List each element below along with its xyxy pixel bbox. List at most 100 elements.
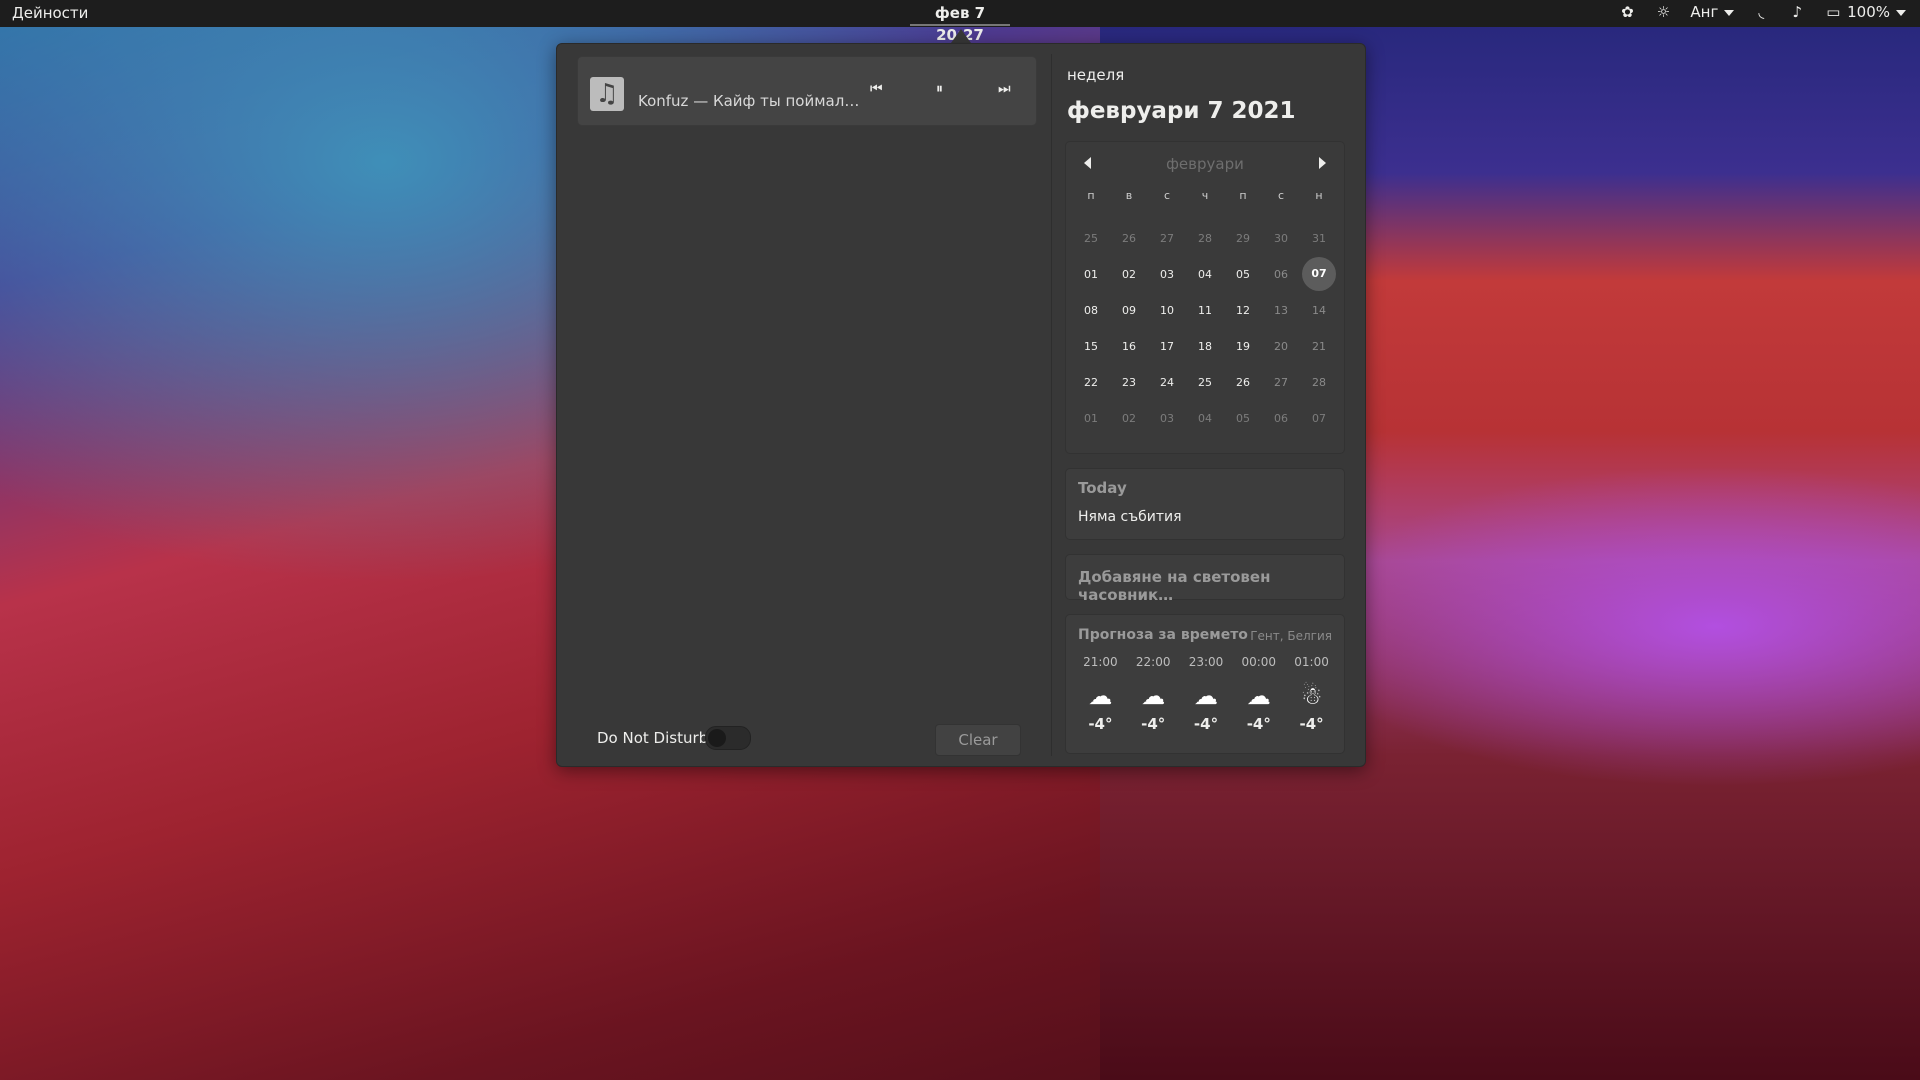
calendar-day[interactable]: 16 — [1110, 340, 1148, 353]
weather-section[interactable]: Прогноза за времето Гент, Белгия 21:00 ☁ -… — [1065, 614, 1345, 754]
clock-button[interactable]: фев 7 20:27 — [910, 2, 1010, 44]
calendar-day[interactable]: 02 — [1110, 412, 1148, 425]
calendar-day[interactable]: 05 — [1224, 268, 1262, 281]
events-section[interactable]: Today Няма събития — [1065, 468, 1345, 540]
current-date[interactable]: февруари 7 2021 — [1067, 98, 1296, 124]
snow-cloud-icon: ☃ — [1300, 682, 1323, 710]
accessibility-icon[interactable]: ✿ — [1618, 3, 1636, 21]
calendar-day-number: 25 — [1198, 375, 1212, 389]
calendar-day[interactable]: 24 — [1148, 376, 1186, 389]
calendar-day[interactable]: 09 — [1110, 304, 1148, 317]
calendar-day[interactable]: 30 — [1262, 232, 1300, 245]
system-tray[interactable]: ✿ ☼ Анг ◟ ♪ ▭ 100% — [1618, 3, 1906, 21]
calendar-day-today[interactable]: 07 — [1300, 257, 1338, 291]
media-player-card[interactable]: ♫ Konfuz — Кайф ты поймал… ⏮ ⏸ ⏭ — [577, 56, 1037, 126]
calendar-day[interactable]: 29 — [1224, 232, 1262, 245]
calendar-grid: п в с ч п с н 25 26 27 28 29 30 31 01 02 03 04 05 06 07 08 09 1… — [1072, 178, 1338, 436]
weekday-header: с — [1163, 188, 1171, 202]
calendar-day[interactable]: 03 — [1148, 268, 1186, 281]
calendar-notification-popup: ♫ Konfuz — Кайф ты поймал… ⏮ ⏸ ⏭ Do Not … — [556, 43, 1366, 767]
calendar-day[interactable]: 23 — [1110, 376, 1148, 389]
activities-button[interactable]: Дейности — [12, 4, 88, 22]
calendar-day-number: 14 — [1312, 303, 1326, 317]
calendar-day[interactable]: 26 — [1224, 376, 1262, 389]
add-world-clock-button[interactable]: Добавяне на световен часовник… — [1065, 554, 1345, 604]
calendar-day[interactable]: 18 — [1186, 340, 1224, 353]
do-not-disturb-toggle[interactable] — [705, 726, 751, 750]
forecast-hour: 01:00 ☃ -4° — [1285, 655, 1338, 733]
chevron-right-icon[interactable] — [1319, 157, 1326, 169]
calendar-day[interactable]: 04 — [1186, 412, 1224, 425]
events-header: Today — [1078, 479, 1127, 497]
popup-pointer — [951, 29, 971, 43]
calendar-day-number: 05 — [1236, 411, 1250, 425]
calendar-navigation: февруари — [1066, 154, 1344, 174]
calendar-day-number: 01 — [1084, 267, 1098, 281]
calendar-day[interactable]: 10 — [1148, 304, 1186, 317]
calendar-day[interactable]: 05 — [1224, 412, 1262, 425]
input-language-label: Анг — [1690, 3, 1719, 21]
calendar-day[interactable]: 01 — [1072, 268, 1110, 281]
calendar-day[interactable]: 01 — [1072, 412, 1110, 425]
calendar-day[interactable]: 28 — [1300, 376, 1338, 389]
chevron-down-icon — [1724, 9, 1735, 16]
pause-icon[interactable]: ⏸ — [936, 81, 943, 97]
calendar-day-number: 06 — [1274, 411, 1288, 425]
calendar-day[interactable]: 17 — [1148, 340, 1186, 353]
calendar-day[interactable]: 07 — [1300, 412, 1338, 425]
calendar-day-number: 23 — [1122, 375, 1136, 389]
forecast-time: 21:00 — [1083, 655, 1118, 669]
calendar-week-row: 01 02 03 04 05 06 07 — [1072, 400, 1338, 436]
previous-track-icon[interactable]: ⏮ — [870, 81, 883, 97]
calendar-day[interactable]: 15 — [1072, 340, 1110, 353]
music-note-icon: ♫ — [590, 77, 624, 111]
calendar-day[interactable]: 28 — [1186, 232, 1224, 245]
media-track-title: Konfuz — Кайф ты поймал… — [638, 92, 860, 110]
calendar-week-row: 08 09 10 11 12 13 14 — [1072, 292, 1338, 328]
do-not-disturb-label: Do Not Disturb — [597, 729, 709, 747]
calendar-day-number: 27 — [1160, 231, 1174, 245]
calendar-day[interactable]: 02 — [1110, 268, 1148, 281]
calendar-day[interactable]: 31 — [1300, 232, 1338, 245]
weather-location: Гент, Белгия — [1250, 629, 1332, 643]
input-language-indicator[interactable]: Анг — [1690, 3, 1735, 21]
wifi-icon: ◟ — [1758, 3, 1765, 21]
calendar-day[interactable]: 06 — [1262, 412, 1300, 425]
calendar-day-number: 26 — [1122, 231, 1136, 245]
calendar-day-number: 18 — [1198, 339, 1212, 353]
calendar-day[interactable]: 12 — [1224, 304, 1262, 317]
brightness-icon[interactable]: ☼ — [1654, 3, 1672, 21]
column-divider — [1051, 54, 1052, 756]
calendar-day[interactable]: 27 — [1148, 232, 1186, 245]
calendar-day[interactable]: 13 — [1262, 304, 1300, 317]
cloud-icon: ☁ — [1088, 682, 1113, 710]
calendar-day-number: 19 — [1236, 339, 1250, 353]
calendar-day[interactable]: 20 — [1262, 340, 1300, 353]
battery-indicator[interactable]: ▭ 100% — [1824, 3, 1906, 21]
calendar-week-row: 25 26 27 28 29 30 31 — [1072, 220, 1338, 256]
calendar-day-number: 15 — [1084, 339, 1098, 353]
calendar-day[interactable]: 25 — [1186, 376, 1224, 389]
forecast-hour: 21:00 ☁ -4° — [1074, 655, 1127, 733]
calendar-day[interactable]: 08 — [1072, 304, 1110, 317]
next-track-icon[interactable]: ⏭ — [998, 81, 1011, 97]
calendar-day[interactable]: 27 — [1262, 376, 1300, 389]
calendar-day[interactable]: 19 — [1224, 340, 1262, 353]
calendar-day[interactable]: 22 — [1072, 376, 1110, 389]
calendar-day[interactable]: 26 — [1110, 232, 1148, 245]
calendar-day[interactable]: 14 — [1300, 304, 1338, 317]
calendar-day[interactable]: 04 — [1186, 268, 1224, 281]
battery-percentage: 100% — [1847, 3, 1890, 21]
calendar-day-number: 04 — [1198, 411, 1212, 425]
calendar-day[interactable]: 25 — [1072, 232, 1110, 245]
weekday-header: н — [1315, 188, 1323, 202]
calendar-day-number: 08 — [1084, 303, 1098, 317]
calendar-day[interactable]: 03 — [1148, 412, 1186, 425]
forecast-hour: 23:00 ☁ -4° — [1180, 655, 1233, 733]
clear-notifications-button[interactable]: Clear — [935, 724, 1021, 756]
forecast-temperature: -4° — [1246, 715, 1271, 733]
calendar-day[interactable]: 06 — [1262, 268, 1300, 281]
calendar-day[interactable]: 11 — [1186, 304, 1224, 317]
calendar-day[interactable]: 21 — [1300, 340, 1338, 353]
battery-icon: ▭ — [1826, 3, 1841, 21]
